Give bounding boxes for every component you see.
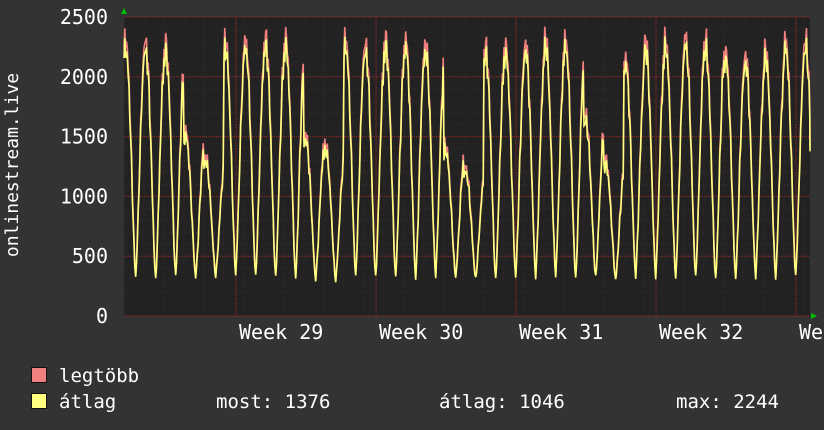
legend-item-max: legtöbb bbox=[31, 364, 139, 388]
legend-swatch-max bbox=[31, 367, 47, 383]
chart: 05001000150020002500 Week 29 Week 30 Week … bbox=[2, 5, 824, 344]
legend-item-avg: átlag bbox=[31, 390, 116, 414]
y-axis-arrow-icon bbox=[121, 8, 127, 14]
x-tick-label: Week 30 bbox=[379, 320, 463, 344]
y-tick-label: 1500 bbox=[60, 125, 108, 149]
y-tick-label: 0 bbox=[96, 304, 108, 328]
stat-avg: átlag: 1046 bbox=[439, 391, 565, 413]
x-tick-label: Week 31 bbox=[519, 320, 603, 344]
legend-label-max: legtöbb bbox=[59, 365, 140, 387]
x-tick-label: Week 32 bbox=[659, 320, 743, 344]
y-tick-label: 2500 bbox=[60, 5, 108, 29]
y-tick-label: 2000 bbox=[60, 65, 108, 89]
legend-swatch-avg bbox=[31, 393, 47, 409]
stat-now: most: 1376 bbox=[216, 391, 331, 413]
x-axis-arrow-icon bbox=[811, 313, 817, 319]
y-tick-label: 500 bbox=[72, 244, 108, 268]
y-axis-label: onlinestream.live bbox=[2, 73, 23, 257]
legend-label-avg: átlag bbox=[59, 391, 117, 413]
x-tick-label: Week 3 bbox=[799, 320, 824, 344]
legend: legtöbb átlag most: 1376 átlag: 1046 max… bbox=[0, 360, 824, 430]
x-tick-label: Week 29 bbox=[239, 320, 323, 344]
y-tick-label: 1000 bbox=[60, 184, 108, 208]
x-tick-labels: Week 29 Week 30 Week 31 Week 32 Week 3 bbox=[239, 320, 824, 344]
y-tick-labels: 0 500 1000 1500 2000 2500 bbox=[60, 5, 108, 328]
stat-max: max: 2244 bbox=[676, 391, 779, 413]
